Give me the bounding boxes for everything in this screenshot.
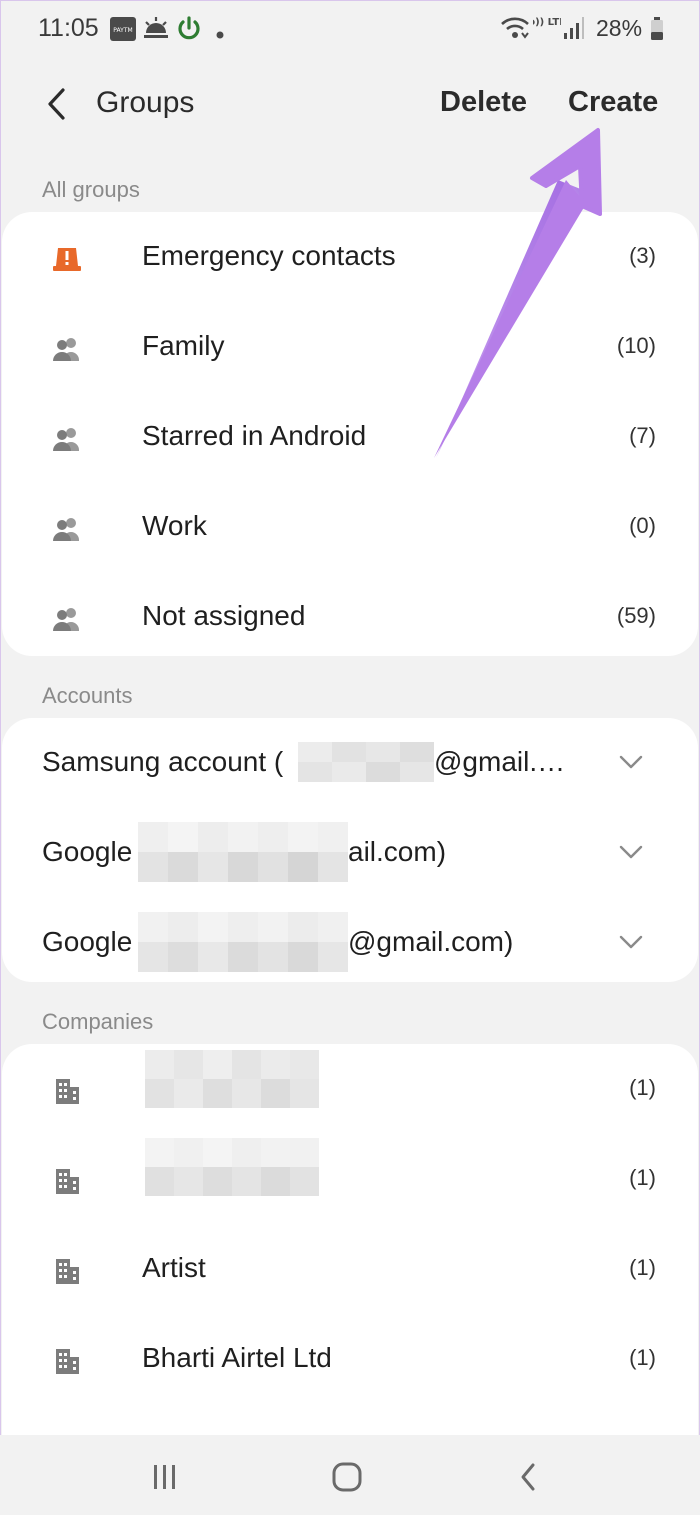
signal-icon xyxy=(563,16,585,45)
account-row-samsung[interactable]: Samsung account ( @gmail.… xyxy=(2,718,698,808)
redacted-email xyxy=(138,822,348,882)
volte-label: Vo)) LTE1 xyxy=(533,17,561,28)
wifi-icon xyxy=(500,16,530,45)
redacted-company-name xyxy=(145,1138,319,1196)
company-row[interactable]: (1) xyxy=(2,1044,698,1134)
group-label: Not assigned xyxy=(142,600,306,631)
emergency-icon xyxy=(53,248,81,271)
redacted-email xyxy=(138,912,348,972)
company-row[interactable]: (1) xyxy=(2,1134,698,1224)
group-row-work[interactable]: Work (0) xyxy=(2,482,698,572)
annotation-arrow-icon xyxy=(434,128,602,458)
account-label-end: @gmail.com) xyxy=(348,926,514,957)
home-button[interactable] xyxy=(322,1457,372,1497)
account-label-end: @gmail.… xyxy=(434,746,566,777)
group-label: Family xyxy=(142,330,225,361)
home-icon xyxy=(332,1462,362,1492)
people-icon xyxy=(53,608,79,631)
account-label-start: Google xyxy=(42,926,133,957)
battery-icon xyxy=(650,17,664,46)
nav-back-button[interactable] xyxy=(504,1457,554,1497)
building-icon xyxy=(56,1349,79,1374)
weather-icon xyxy=(143,16,169,45)
building-icon xyxy=(56,1079,79,1104)
group-count: (10) xyxy=(616,333,656,358)
company-count: (1) xyxy=(629,1255,656,1280)
account-label-start: Samsung account ( xyxy=(42,746,284,777)
company-count: (1) xyxy=(629,1075,656,1100)
group-label: Starred in Android xyxy=(142,420,367,451)
power-icon xyxy=(176,16,202,47)
group-count: (0) xyxy=(629,513,656,538)
battery-percent: 28% xyxy=(596,15,643,41)
chevron-down-icon[interactable] xyxy=(618,932,644,952)
company-row-bharti-airtel[interactable]: Bharti Airtel Ltd (1) xyxy=(2,1314,698,1404)
building-icon xyxy=(56,1169,79,1194)
group-row-not-assigned[interactable]: Not assigned (59) xyxy=(2,572,698,662)
recent-apps-button[interactable] xyxy=(140,1457,190,1497)
people-icon xyxy=(53,338,79,361)
account-row-google-2[interactable]: Google @gmail.com) xyxy=(2,898,698,988)
account-label-end: ail.com) xyxy=(348,836,447,867)
paytm-label: PAYTM xyxy=(113,27,132,34)
page-title: Groups xyxy=(96,86,195,119)
paytm-icon: PAYTM xyxy=(110,17,136,46)
account-label-start: Google xyxy=(42,836,133,867)
people-icon xyxy=(53,518,79,541)
redacted-email xyxy=(298,742,434,782)
status-time: 11:05 xyxy=(38,14,99,42)
company-count: (1) xyxy=(629,1345,656,1370)
company-label: Artist xyxy=(142,1252,206,1283)
section-label-accounts: Accounts xyxy=(42,683,133,708)
back-button[interactable] xyxy=(36,82,76,126)
status-bar: 11:05 PAYTM Vo)) LTE1 xyxy=(0,0,700,60)
group-count: (3) xyxy=(629,243,656,268)
section-label-all-groups: All groups xyxy=(42,177,140,202)
group-label: Work xyxy=(142,510,207,541)
recent-apps-icon xyxy=(154,1465,175,1489)
back-arrow-icon xyxy=(48,88,65,120)
company-count: (1) xyxy=(629,1165,656,1190)
companies-card: (1) (1) Artist (1) Bharti Airtel Ltd (1) xyxy=(2,1044,698,1435)
delete-button[interactable]: Delete xyxy=(440,86,527,119)
volte-icon: Vo)) LTE1 xyxy=(521,14,573,47)
dot-icon xyxy=(216,26,224,44)
account-row-google-1[interactable]: Google ail.com) xyxy=(2,808,698,898)
redacted-company-name xyxy=(145,1050,319,1108)
people-icon xyxy=(53,428,79,451)
company-label: Bharti Airtel Ltd xyxy=(142,1342,332,1373)
back-icon xyxy=(521,1463,535,1491)
company-row-artist[interactable]: Artist (1) xyxy=(2,1224,698,1314)
building-icon xyxy=(56,1259,79,1284)
group-count: (59) xyxy=(616,603,656,628)
section-label-companies: Companies xyxy=(42,1009,154,1034)
chevron-down-icon[interactable] xyxy=(618,842,644,862)
chevron-down-icon[interactable] xyxy=(618,752,644,772)
accounts-card: Samsung account ( @gmail.… Google ail.co… xyxy=(2,718,698,982)
navigation-bar xyxy=(0,1435,700,1515)
group-label: Emergency contacts xyxy=(142,240,396,271)
create-button[interactable]: Create xyxy=(568,86,658,119)
group-count: (7) xyxy=(629,423,656,448)
